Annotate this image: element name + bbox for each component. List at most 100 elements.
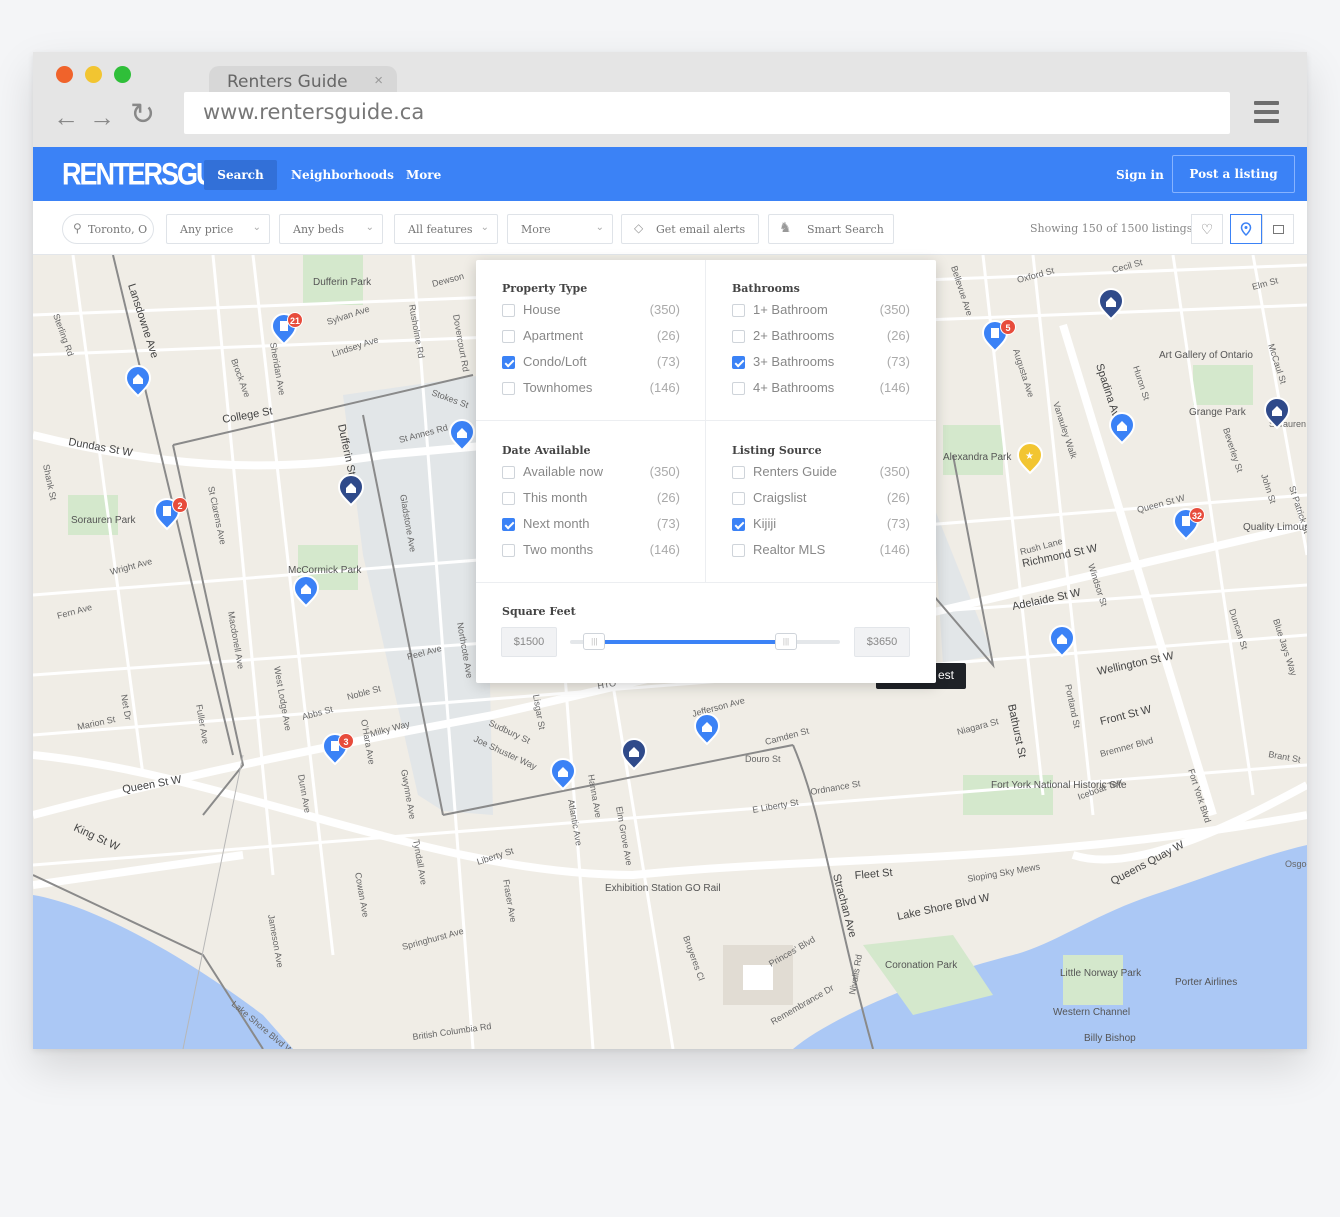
- nav-search[interactable]: Search: [204, 160, 277, 190]
- checkbox[interactable]: [732, 544, 745, 557]
- filter-option[interactable]: Craigslist (26): [732, 490, 910, 508]
- option-count: (350): [649, 464, 680, 479]
- map-label: Art Gallery of Ontario: [1159, 350, 1253, 361]
- filter-option[interactable]: This month (26): [502, 490, 680, 508]
- price-dropdown[interactable]: Any price ⌄: [166, 214, 270, 244]
- checkbox-checked[interactable]: [502, 356, 515, 369]
- slider-fill: [594, 640, 786, 644]
- map-label: Sheridan Ave: [268, 342, 287, 396]
- back-arrow-icon[interactable]: ←: [53, 102, 79, 133]
- checkbox[interactable]: [502, 330, 515, 343]
- home-pin-icon[interactable]: [549, 758, 577, 791]
- map-label: Douro St: [745, 754, 781, 764]
- more-label: More: [521, 223, 551, 236]
- pin-count-badge: 5: [1000, 319, 1016, 335]
- browser-menu-icon[interactable]: [1254, 101, 1279, 128]
- filter-option[interactable]: Available now (350): [502, 464, 680, 482]
- filter-option[interactable]: House (350): [502, 302, 680, 320]
- address-bar[interactable]: www.rentersguide.ca: [184, 92, 1230, 134]
- more-filters-panel: Property Type House (350) Apartment (26) Con…: [476, 260, 936, 683]
- map-label: Fraser Ave: [501, 879, 518, 923]
- filter-option[interactable]: 2+ Bathrooms (26): [732, 328, 910, 346]
- option-label: Condo/Loft: [523, 354, 587, 369]
- home-pin-icon[interactable]: [1108, 412, 1136, 445]
- slider-max-handle[interactable]: |||: [775, 633, 797, 650]
- checkbox[interactable]: [502, 492, 515, 505]
- minimize-window-dot[interactable]: [85, 66, 102, 83]
- chevron-down-icon: ⌄: [252, 222, 261, 233]
- option-label: Kijiji: [753, 516, 777, 531]
- square-feet-max[interactable]: $3650: [854, 627, 910, 657]
- map-label: British Columbia Rd: [412, 1021, 492, 1042]
- checkbox-checked[interactable]: [732, 518, 745, 531]
- home-pin-icon[interactable]: [292, 575, 320, 608]
- checkbox[interactable]: [732, 304, 745, 317]
- email-alerts-button[interactable]: ◇ Get email alerts: [621, 214, 759, 244]
- maximize-window-dot[interactable]: [114, 66, 131, 83]
- home-pin-icon[interactable]: [1048, 625, 1076, 658]
- nav-more[interactable]: More: [406, 160, 441, 190]
- sign-in-link[interactable]: Sign in: [1116, 160, 1164, 190]
- tab-close-icon[interactable]: ×: [374, 72, 383, 89]
- filter-option[interactable]: Condo/Loft (73): [502, 354, 680, 372]
- beds-dropdown[interactable]: Any beds ⌄: [279, 214, 383, 244]
- email-alerts-label: Get email alerts: [656, 223, 746, 236]
- checkbox-checked[interactable]: [732, 356, 745, 369]
- map-label: Coronation Park: [885, 960, 958, 971]
- option-count: (26): [656, 490, 680, 505]
- checkbox[interactable]: [502, 544, 515, 557]
- features-dropdown[interactable]: All features ⌄: [394, 214, 498, 244]
- checkbox[interactable]: [502, 466, 515, 479]
- slider-min-handle[interactable]: |||: [583, 633, 606, 650]
- close-window-dot[interactable]: [56, 66, 73, 83]
- map-label: McCaul St: [1266, 343, 1288, 386]
- map-label: Osgoode St: [1285, 859, 1307, 869]
- favorites-button[interactable]: ♡: [1191, 214, 1223, 244]
- map-label: Springhurst Ave: [401, 926, 465, 952]
- location-search[interactable]: ⚲ Toronto, O: [62, 214, 154, 244]
- filter-option[interactable]: 3+ Bathrooms (73): [732, 354, 910, 372]
- checkbox[interactable]: [732, 382, 745, 395]
- filter-option[interactable]: Kijiji (73): [732, 516, 910, 534]
- filter-option[interactable]: Realtor MLS (146): [732, 542, 910, 560]
- heart-icon: ♡: [1200, 221, 1214, 237]
- filter-option[interactable]: 1+ Bathroom (350): [732, 302, 910, 320]
- checkbox[interactable]: [732, 330, 745, 343]
- checkbox[interactable]: [502, 304, 515, 317]
- option-label: Apartment: [523, 328, 583, 343]
- home-pin-icon[interactable]: [693, 713, 721, 746]
- map-label: Sylvan Ave: [326, 304, 371, 327]
- more-dropdown[interactable]: More ⌄: [507, 214, 613, 244]
- filter-option[interactable]: Next month (73): [502, 516, 680, 534]
- location-search-text: Toronto, O: [88, 223, 148, 236]
- map-label: Elm St: [1251, 275, 1280, 292]
- filter-option[interactable]: Renters Guide (350): [732, 464, 910, 482]
- filter-option[interactable]: 4+ Bathrooms (146): [732, 380, 910, 398]
- post-listing-button[interactable]: Post a listing: [1172, 155, 1295, 193]
- reload-icon[interactable]: ↻: [130, 97, 155, 132]
- map-label: Jameson Ave: [266, 914, 285, 969]
- nav-neighborhoods[interactable]: Neighborhoods: [291, 160, 394, 190]
- map-label: Fuller Ave: [194, 704, 211, 745]
- map-label: Bremner Blvd: [1099, 735, 1154, 759]
- map-view-button[interactable]: [1230, 214, 1262, 244]
- smart-search-button[interactable]: ♞ Smart Search: [768, 214, 894, 244]
- star-pin-icon[interactable]: ★: [1016, 442, 1044, 475]
- checkbox[interactable]: [732, 492, 745, 505]
- checkbox[interactable]: [502, 382, 515, 395]
- checkbox-checked[interactable]: [502, 518, 515, 531]
- map-label: Camden St: [764, 725, 811, 746]
- filter-option[interactable]: Two months (146): [502, 542, 680, 560]
- square-feet-slider[interactable]: ||| |||: [570, 633, 840, 650]
- checkbox[interactable]: [732, 466, 745, 479]
- filter-option[interactable]: Townhomes (146): [502, 380, 680, 398]
- square-feet-min[interactable]: $1500: [501, 627, 557, 657]
- chevron-down-icon: ⌄: [480, 222, 489, 233]
- option-count: (26): [886, 328, 910, 343]
- option-label: Renters Guide: [753, 464, 837, 479]
- chevron-down-icon: ⌄: [595, 222, 604, 233]
- forward-arrow-icon[interactable]: →: [89, 102, 115, 133]
- list-view-button[interactable]: [1262, 214, 1294, 244]
- filter-option[interactable]: Apartment (26): [502, 328, 680, 346]
- map-label: Hanna Ave: [586, 774, 603, 819]
